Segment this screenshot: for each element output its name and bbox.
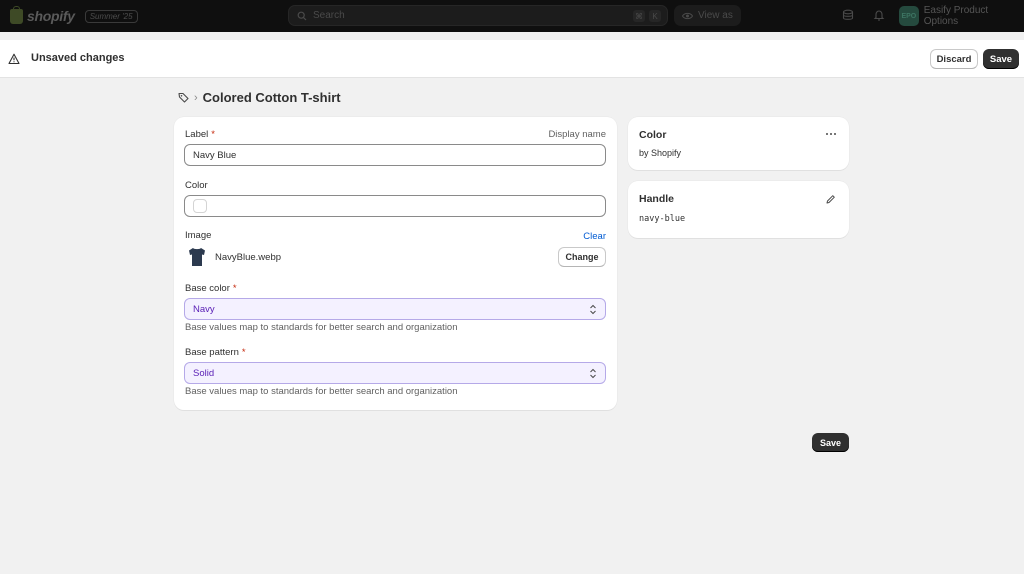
brand-name: shopify: [27, 8, 75, 24]
search-input[interactable]: Search ⌘ K: [288, 5, 668, 26]
top-bar: shopify Summer '25 Search ⌘ K View as EP…: [0, 0, 1024, 32]
edition-badge: Summer '25: [84, 9, 138, 23]
store-avatar: EPO: [899, 6, 919, 26]
search-icon: [297, 11, 307, 20]
image-field-title: Image: [185, 230, 212, 241]
label-field-title: Label *: [185, 129, 215, 140]
metaobject-type-card: Color by Shopify: [628, 117, 849, 170]
database-icon[interactable]: [842, 9, 854, 21]
breadcrumb-separator: ›: [194, 91, 198, 104]
view-as-button[interactable]: View as: [674, 5, 741, 26]
shopify-logo[interactable]: shopify Summer '25: [10, 5, 138, 24]
bell-icon[interactable]: [873, 9, 885, 21]
save-button-bottom[interactable]: Save: [812, 433, 849, 452]
unsaved-changes-title: Unsaved changes: [31, 52, 125, 64]
handle-title: Handle: [639, 193, 675, 205]
base-color-value: Navy: [193, 303, 215, 315]
metaobject-type-title: Color: [639, 129, 667, 141]
display-name-hint: Display name: [548, 129, 606, 140]
store-name: Easify Product Options: [923, 5, 989, 27]
breadcrumb: › Colored Cotton T-shirt: [178, 90, 341, 105]
discard-button[interactable]: Discard: [930, 49, 978, 69]
shortcut-key-cmd: ⌘: [633, 10, 645, 22]
base-pattern-value: Solid: [193, 367, 215, 379]
handle-value: navy-blue: [639, 214, 686, 224]
image-thumbnail: [185, 245, 209, 269]
edit-pencil-icon[interactable]: [825, 194, 836, 205]
base-color-help: Base values map to standards for better …: [185, 322, 458, 333]
color-input[interactable]: [184, 195, 606, 217]
base-color-title: Base color *: [185, 283, 237, 294]
tshirt-icon: [189, 248, 205, 266]
color-swatch[interactable]: [193, 199, 207, 213]
metaobject-type-source: by Shopify: [639, 148, 682, 158]
search-placeholder: Search: [313, 10, 345, 21]
store-menu[interactable]: EPO Easify Product Options: [899, 5, 1024, 27]
save-button[interactable]: Save: [983, 49, 1019, 69]
select-chevron-icon: [590, 368, 596, 379]
warning-icon: [8, 53, 20, 65]
label-input-value: Navy Blue: [193, 149, 237, 161]
select-chevron-icon: [590, 304, 596, 315]
clear-image-link[interactable]: Clear: [583, 231, 606, 242]
view-as-label: View as: [698, 10, 733, 21]
value-form-card: Label * Display name Navy Blue Color Imag…: [174, 117, 617, 410]
unsaved-changes-bar: Unsaved changes: [0, 40, 1024, 78]
base-pattern-select[interactable]: Solid: [184, 362, 606, 384]
more-options-icon[interactable]: [825, 130, 837, 138]
handle-card: Handle navy-blue: [628, 181, 849, 238]
tag-icon[interactable]: [178, 92, 189, 103]
image-file-name: NavyBlue.webp: [215, 252, 282, 263]
base-color-select[interactable]: Navy: [184, 298, 606, 320]
base-pattern-help: Base values map to standards for better …: [185, 386, 458, 397]
page-title: Colored Cotton T-shirt: [202, 90, 341, 105]
base-pattern-title: Base pattern *: [185, 347, 246, 358]
shortcut-key-k: K: [649, 10, 661, 22]
label-input[interactable]: Navy Blue: [184, 144, 606, 166]
shopify-bag-icon: [10, 5, 23, 24]
change-image-button[interactable]: Change: [558, 247, 606, 267]
eye-icon: [682, 12, 693, 19]
color-field-title: Color: [185, 180, 208, 191]
